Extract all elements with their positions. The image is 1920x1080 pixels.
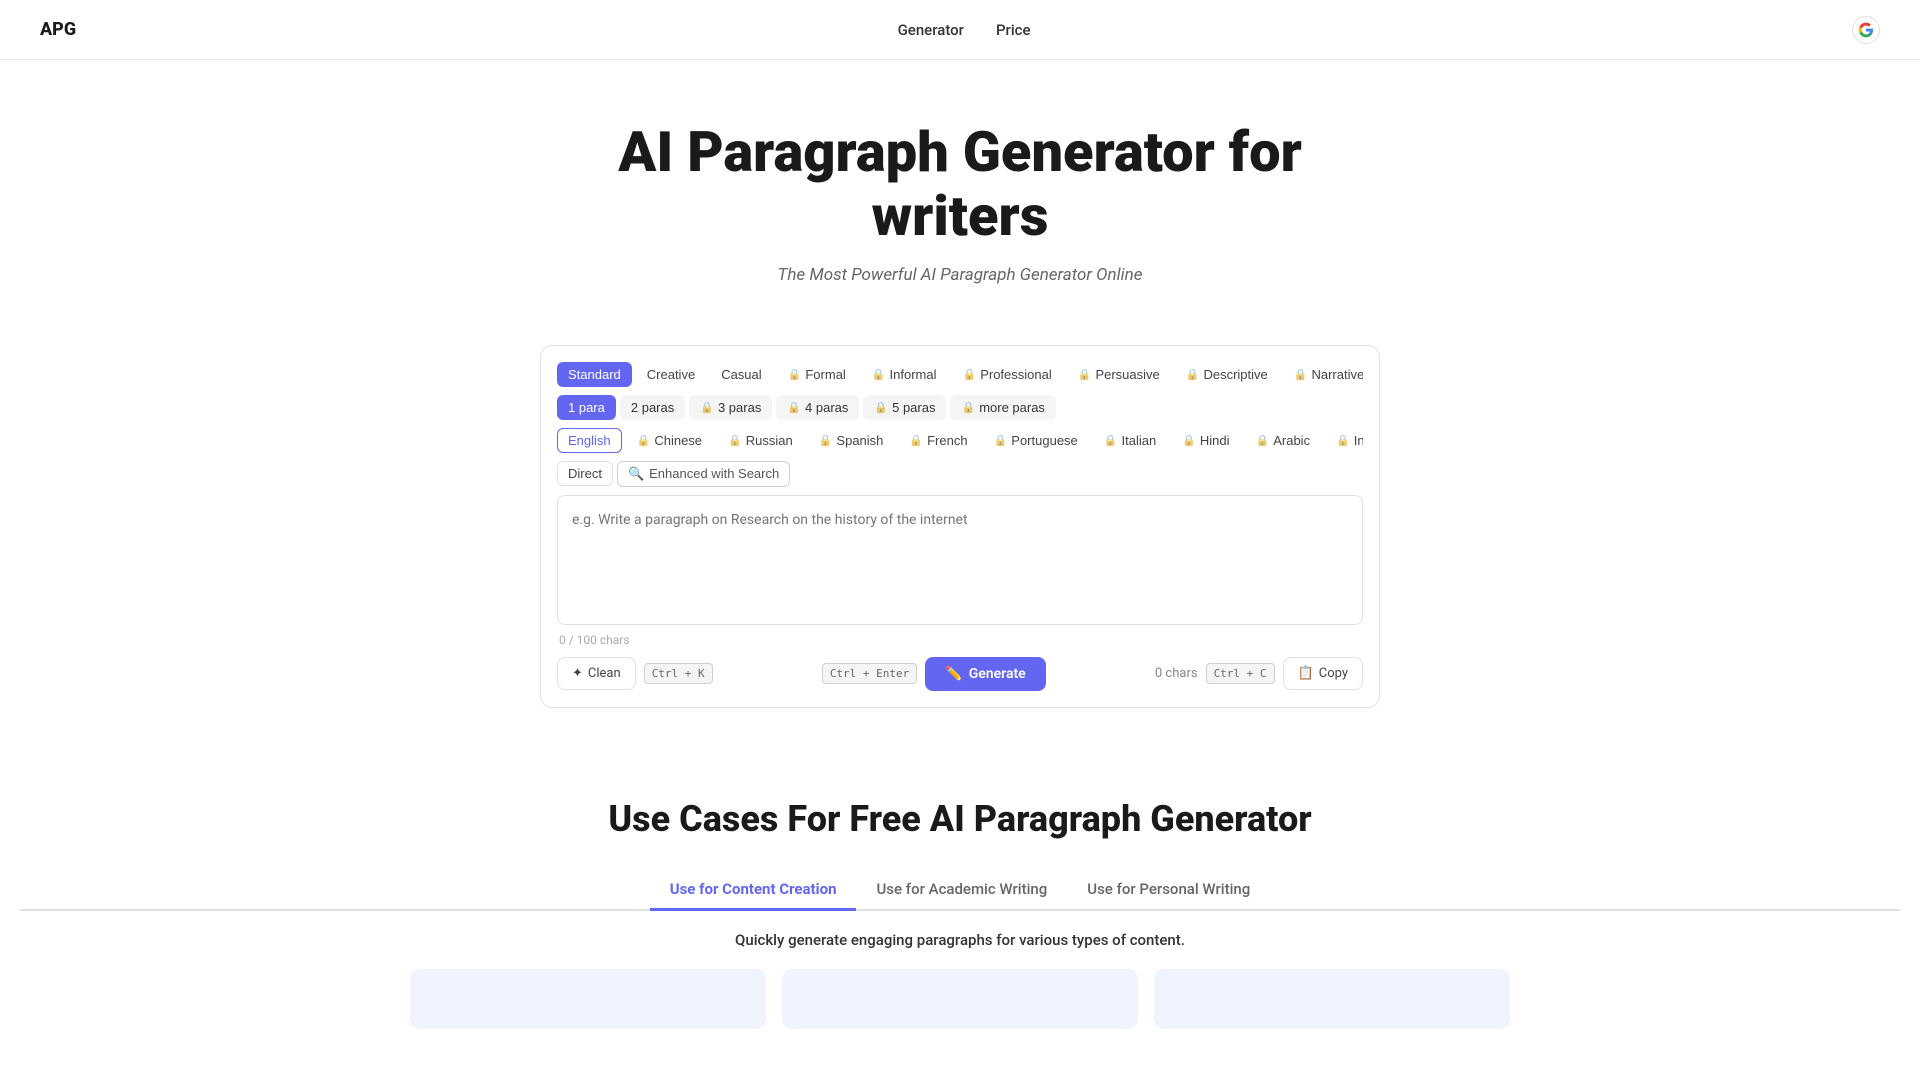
tab-informal[interactable]: 🔒Informal — [861, 362, 948, 387]
copy-icon: 📋 — [1298, 666, 1314, 681]
tab-persuasive[interactable]: 🔒Persuasive — [1067, 362, 1171, 387]
tab-narrative[interactable]: 🔒Narrative — [1283, 362, 1363, 387]
tab-english[interactable]: English — [557, 428, 622, 453]
tab-indonesian[interactable]: 🔒Indonesian — [1325, 428, 1363, 453]
generate-shortcut: Ctrl + Enter — [822, 663, 917, 684]
tab-arabic[interactable]: 🔒Arabic — [1245, 428, 1322, 453]
output-char-count: 0 chars — [1155, 666, 1198, 681]
hero-title: AI Paragraph Generator for writers — [560, 120, 1360, 249]
mode-tabs-row: Direct 🔍 Enhanced with Search — [557, 461, 1363, 487]
action-center: Ctrl + Enter ✏️ Generate — [822, 657, 1046, 691]
tab-personal-writing[interactable]: Use for Personal Writing — [1067, 870, 1270, 911]
tab-standard[interactable]: Standard — [557, 362, 632, 387]
tab-3paras[interactable]: 🔒3 paras — [689, 395, 772, 420]
lang-tabs-row: English 🔒Chinese 🔒Russian 🔒Spanish 🔒Fren… — [557, 428, 1363, 453]
use-cases-section: Use Cases For Free AI Paragraph Generato… — [0, 738, 1920, 1059]
clean-icon: ✦ — [572, 666, 583, 681]
use-case-card-2 — [782, 969, 1138, 1029]
use-case-card-3 — [1154, 969, 1510, 1029]
tab-french[interactable]: 🔒French — [898, 428, 978, 453]
logo[interactable]: APG — [40, 19, 76, 40]
generate-button[interactable]: ✏️ Generate — [925, 657, 1045, 691]
generator-panel: Standard Creative Casual 🔒Formal 🔒Inform… — [540, 345, 1380, 708]
tab-academic-writing[interactable]: Use for Academic Writing — [856, 870, 1067, 911]
char-count: 0 / 100 chars — [557, 633, 1363, 647]
copy-shortcut: Ctrl + C — [1206, 663, 1275, 684]
navbar: APG Generator Price — [0, 0, 1920, 60]
tab-spanish[interactable]: 🔒Spanish — [808, 428, 895, 453]
tab-italian[interactable]: 🔒Italian — [1093, 428, 1167, 453]
tab-russian[interactable]: 🔒Russian — [717, 428, 804, 453]
tab-4paras[interactable]: 🔒4 paras — [776, 395, 859, 420]
use-cases-cards — [410, 969, 1510, 1029]
action-right: 0 chars Ctrl + C 📋 Copy — [1155, 657, 1363, 690]
tab-more-paras[interactable]: 🔒more paras — [950, 395, 1055, 420]
tab-creative[interactable]: Creative — [636, 362, 706, 387]
action-left: ✦ Clean Ctrl + K — [557, 657, 713, 690]
tab-casual[interactable]: Casual — [710, 362, 772, 387]
clean-shortcut: Ctrl + K — [644, 663, 713, 684]
nav-generator[interactable]: Generator — [898, 21, 964, 39]
nav-right — [1852, 16, 1880, 44]
tab-hindi[interactable]: 🔒Hindi — [1171, 428, 1240, 453]
tab-formal[interactable]: 🔒Formal — [777, 362, 857, 387]
tab-direct[interactable]: Direct — [557, 461, 613, 486]
tab-enhanced-search[interactable]: 🔍 Enhanced with Search — [617, 461, 790, 487]
generate-icon: ✏️ — [945, 666, 962, 682]
google-icon[interactable] — [1852, 16, 1880, 44]
use-case-card-1 — [410, 969, 766, 1029]
para-tabs-row: 1 para 2 paras 🔒3 paras 🔒4 paras 🔒5 para… — [557, 395, 1363, 420]
tab-professional[interactable]: 🔒Professional — [951, 362, 1062, 387]
generator-section: Standard Creative Casual 🔒Formal 🔒Inform… — [520, 345, 1400, 708]
tab-1para[interactable]: 1 para — [557, 395, 616, 420]
use-cases-tabs: Use for Content Creation Use for Academi… — [20, 870, 1900, 911]
textarea-wrapper: 0 / 100 chars — [557, 495, 1363, 647]
tab-5paras[interactable]: 🔒5 paras — [863, 395, 946, 420]
tab-descriptive[interactable]: 🔒Descriptive — [1175, 362, 1279, 387]
nav-price[interactable]: Price — [996, 21, 1031, 39]
tab-2paras[interactable]: 2 paras — [620, 395, 685, 420]
tab-content-creation[interactable]: Use for Content Creation — [650, 870, 857, 911]
action-bar: ✦ Clean Ctrl + K Ctrl + Enter ✏️ Generat… — [557, 657, 1363, 691]
clean-button[interactable]: ✦ Clean — [557, 657, 636, 690]
use-cases-description: Quickly generate engaging paragraphs for… — [20, 931, 1900, 949]
use-cases-title: Use Cases For Free AI Paragraph Generato… — [20, 798, 1900, 840]
nav-links: Generator Price — [898, 21, 1031, 39]
tab-portuguese[interactable]: 🔒Portuguese — [983, 428, 1089, 453]
hero-section: AI Paragraph Generator for writers The M… — [0, 60, 1920, 315]
hero-subtitle: The Most Powerful AI Paragraph Generator… — [20, 265, 1900, 285]
tab-chinese[interactable]: 🔒Chinese — [626, 428, 713, 453]
style-tabs-row: Standard Creative Casual 🔒Formal 🔒Inform… — [557, 362, 1363, 387]
search-icon: 🔍 — [628, 466, 644, 482]
prompt-input[interactable] — [557, 495, 1363, 625]
copy-button[interactable]: 📋 Copy — [1283, 657, 1363, 690]
